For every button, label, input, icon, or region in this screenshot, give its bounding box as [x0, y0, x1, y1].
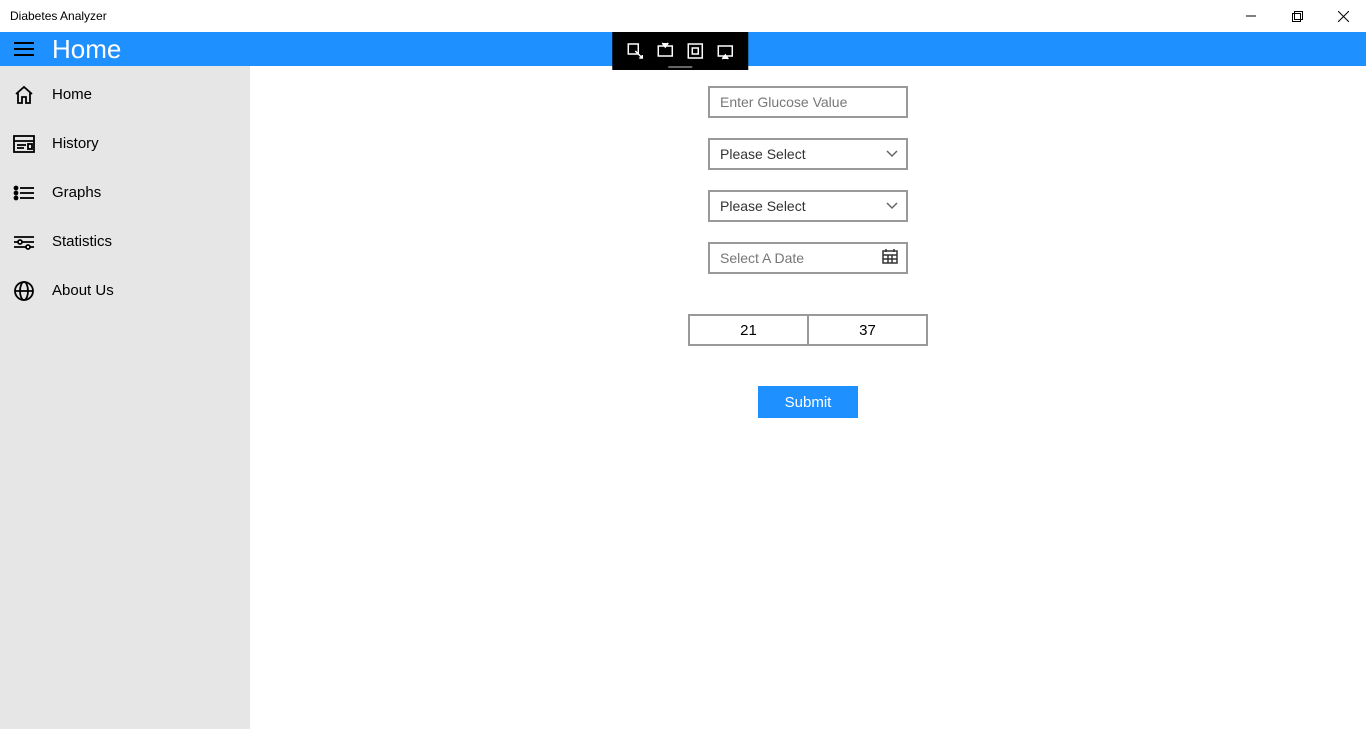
debug-tool-3[interactable] — [683, 39, 707, 63]
window-title: Diabetes Analyzer — [10, 9, 107, 23]
debug-tool-1[interactable] — [623, 39, 647, 63]
sidebar-item-history[interactable]: History — [0, 119, 250, 168]
home-icon — [8, 79, 40, 111]
hamburger-icon — [14, 42, 34, 56]
sidebar-item-statistics[interactable]: Statistics — [0, 217, 250, 266]
graphs-icon — [8, 177, 40, 209]
select-1-value: Please Select — [720, 146, 806, 162]
sidebar-item-about[interactable]: About Us — [0, 266, 250, 315]
date-placeholder: Select A Date — [720, 250, 804, 266]
maximize-icon — [1292, 11, 1303, 22]
main-content: Please Select Please Select Select A Dat… — [250, 66, 1366, 729]
time-picker: 21 37 — [688, 314, 928, 346]
sidebar-item-graphs[interactable]: Graphs — [0, 168, 250, 217]
time-minute[interactable]: 37 — [809, 316, 926, 344]
title-bar: Diabetes Analyzer — [0, 0, 1366, 32]
sidebar-item-label: Home — [52, 86, 92, 103]
calendar-icon — [882, 248, 898, 269]
history-icon — [8, 128, 40, 160]
select-2-value: Please Select — [720, 198, 806, 214]
select-1[interactable]: Please Select — [708, 138, 908, 170]
sidebar-item-label: About Us — [52, 282, 114, 299]
minimize-button[interactable] — [1228, 0, 1274, 32]
glucose-input[interactable] — [708, 86, 908, 118]
top-bar: Home — [0, 32, 1366, 66]
debug-tool-4[interactable] — [713, 39, 737, 63]
submit-button[interactable]: Submit — [758, 386, 858, 418]
chevron-down-icon — [886, 197, 898, 215]
globe-icon — [8, 275, 40, 307]
page-title: Home — [48, 34, 121, 65]
debug-toolbar-handle[interactable] — [668, 66, 692, 68]
window-controls — [1228, 0, 1366, 32]
close-icon — [1338, 11, 1349, 22]
statistics-icon — [8, 226, 40, 258]
debug-tool-2[interactable] — [653, 39, 677, 63]
close-button[interactable] — [1320, 0, 1366, 32]
chevron-down-icon — [886, 145, 898, 163]
time-hour[interactable]: 21 — [690, 316, 809, 344]
sidebar-item-label: History — [52, 135, 99, 152]
minimize-icon — [1246, 11, 1256, 21]
sidebar-item-home[interactable]: Home — [0, 70, 250, 119]
sidebar-item-label: Statistics — [52, 233, 112, 250]
sidebar-item-label: Graphs — [52, 184, 101, 201]
sidebar: Home History Graphs Statistics About Us — [0, 66, 250, 729]
debug-toolbar — [612, 32, 748, 70]
maximize-button[interactable] — [1274, 0, 1320, 32]
menu-button[interactable] — [0, 32, 48, 66]
content-area: Home History Graphs Statistics About Us — [0, 66, 1366, 729]
date-picker[interactable]: Select A Date — [708, 242, 908, 274]
select-2[interactable]: Please Select — [708, 190, 908, 222]
form: Please Select Please Select Select A Dat… — [708, 86, 908, 418]
